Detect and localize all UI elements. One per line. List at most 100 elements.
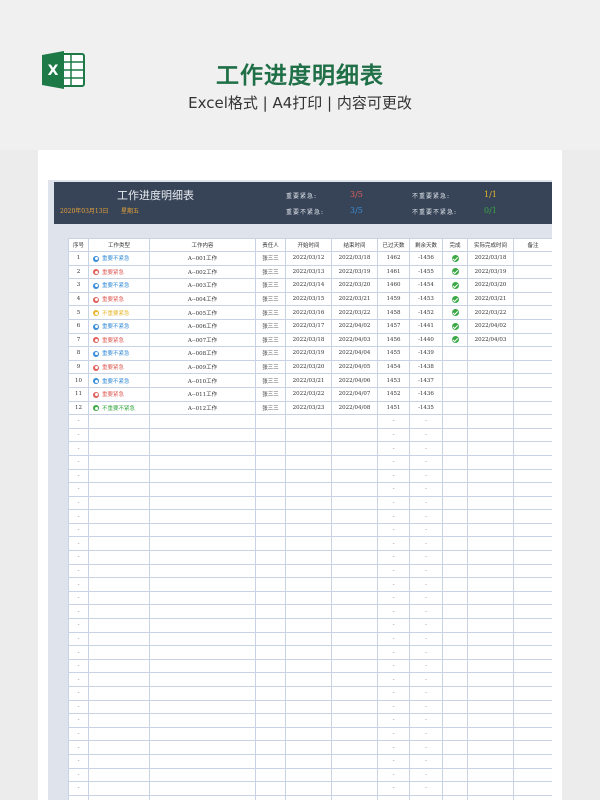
sheet-title: 工作进度明细表 xyxy=(117,189,194,202)
empty-cell: - xyxy=(409,604,443,620)
empty-cell xyxy=(88,550,150,565)
empty-cell xyxy=(513,454,552,470)
cell-owner: 张三三 xyxy=(255,400,286,416)
empty-cell xyxy=(331,713,378,728)
empty-cell xyxy=(513,522,552,538)
cell-actual xyxy=(467,400,514,416)
empty-cell xyxy=(149,753,256,769)
table-row-empty: --- xyxy=(68,672,552,687)
empty-cell xyxy=(285,604,332,620)
empty-cell xyxy=(467,563,514,579)
cell-done xyxy=(442,278,468,293)
sheet-header-band: 工作进度明细表 2020年03月13日 星期五 重要紧急: 3/5 不重要紧急:… xyxy=(54,182,552,224)
cell-done xyxy=(442,251,468,266)
cell-content: A--004工作 xyxy=(149,291,256,307)
table-row-empty: --- xyxy=(68,726,552,742)
cell-content-text: A--004工作 xyxy=(187,297,218,304)
empty-cell xyxy=(149,468,256,484)
priority-dot-icon xyxy=(93,405,99,412)
empty-cell xyxy=(255,740,286,755)
empty-cell xyxy=(88,658,150,674)
table-row: 3 重要不紧急 A--003工作 张三三 2022/03/14 2022/03/20 146… xyxy=(68,278,552,293)
empty-cell: - xyxy=(68,590,89,606)
cell-actual-text: 2022/03/22 xyxy=(474,309,507,316)
cell-owner: 张三三 xyxy=(255,346,286,361)
table-row-empty: --- xyxy=(68,590,552,606)
empty-cell xyxy=(285,414,332,429)
cell-note xyxy=(513,251,552,266)
empty-cell xyxy=(88,618,150,633)
empty-cell xyxy=(442,577,468,592)
column-header: 已过天数 xyxy=(377,238,410,252)
empty-cell: - xyxy=(377,794,410,800)
empty-cell: - xyxy=(409,563,443,579)
empty-cell xyxy=(285,454,332,470)
cell-type: 重要紧急 xyxy=(88,359,150,375)
cell-start-text: 2022/03/12 xyxy=(292,255,325,262)
cell-actual: 2022/04/02 xyxy=(467,318,514,334)
progress-table: 序号 工作类型 工作内容 责任人 开始时间 结束时间 已过天数 剩余天数 完成 … xyxy=(68,238,552,800)
column-header: 剩余天数 xyxy=(409,238,443,252)
cell-content-text: A--001工作 xyxy=(187,256,218,263)
cell-type: 重要紧急 xyxy=(88,264,150,280)
empty-cell xyxy=(255,590,286,606)
cell-start-text: 2022/03/19 xyxy=(292,350,325,357)
empty-cell: - xyxy=(377,427,410,443)
empty-cell xyxy=(331,550,378,565)
cell-actual xyxy=(467,373,514,388)
empty-cell xyxy=(513,577,552,592)
stat-label-unimportant-not-urgent: 不重要不紧急: xyxy=(412,209,458,216)
empty-cell xyxy=(149,767,256,783)
cell-remain-text: -1439 xyxy=(418,350,434,357)
check-icon xyxy=(451,254,459,262)
empty-cell: - xyxy=(68,794,89,800)
empty-cell: - xyxy=(409,577,443,592)
empty-cell xyxy=(88,631,150,647)
table-row-empty: --- xyxy=(68,563,552,579)
empty-cell xyxy=(255,726,286,742)
cell-start: 2022/03/15 xyxy=(285,291,332,307)
cell-owner-text: 张三三 xyxy=(262,392,279,399)
cell-actual-text: 2022/03/21 xyxy=(474,296,507,303)
empty-cell xyxy=(88,414,150,429)
empty-cell xyxy=(149,454,256,470)
empty-cell xyxy=(255,482,286,497)
empty-cell xyxy=(331,672,378,687)
empty-cell xyxy=(88,482,150,497)
cell-done xyxy=(442,264,468,280)
empty-cell xyxy=(331,686,378,701)
cell-content: A--001工作 xyxy=(149,251,256,266)
cell-start: 2022/03/13 xyxy=(285,264,332,280)
priority-dot-icon xyxy=(93,350,99,357)
cell-remain: -1435 xyxy=(409,400,443,416)
table-row: 10 重要不紧急 A--010工作 张三三 2022/03/21 2022/04/06 14… xyxy=(68,373,552,388)
cell-note xyxy=(513,305,552,320)
cell-no: 12 xyxy=(68,400,89,416)
empty-cell xyxy=(467,794,514,800)
cell-start-text: 2022/03/18 xyxy=(292,336,325,343)
column-header: 工作类型 xyxy=(88,238,150,252)
empty-cell xyxy=(442,590,468,606)
cell-actual xyxy=(467,386,514,402)
empty-cell xyxy=(513,658,552,674)
empty-cell xyxy=(285,590,332,606)
empty-cell: - xyxy=(68,658,89,674)
empty-cell: - xyxy=(409,495,443,511)
cell-no: 5 xyxy=(68,305,89,320)
empty-cell xyxy=(255,550,286,565)
cell-owner-text: 张三三 xyxy=(262,283,279,290)
cell-done xyxy=(442,359,468,375)
empty-cell xyxy=(467,753,514,769)
empty-cell xyxy=(88,781,150,796)
cell-end-text: 2022/04/06 xyxy=(338,377,371,384)
empty-cell xyxy=(513,468,552,484)
empty-cell xyxy=(149,631,256,647)
stat-label-important-urgent: 重要紧急: xyxy=(286,193,318,200)
empty-cell: - xyxy=(377,468,410,484)
empty-cell: - xyxy=(377,726,410,742)
cell-owner: 张三三 xyxy=(255,278,286,293)
empty-cell xyxy=(513,713,552,728)
empty-cell: - xyxy=(377,781,410,796)
empty-cell xyxy=(285,686,332,701)
cell-end: 2022/04/04 xyxy=(331,346,378,361)
